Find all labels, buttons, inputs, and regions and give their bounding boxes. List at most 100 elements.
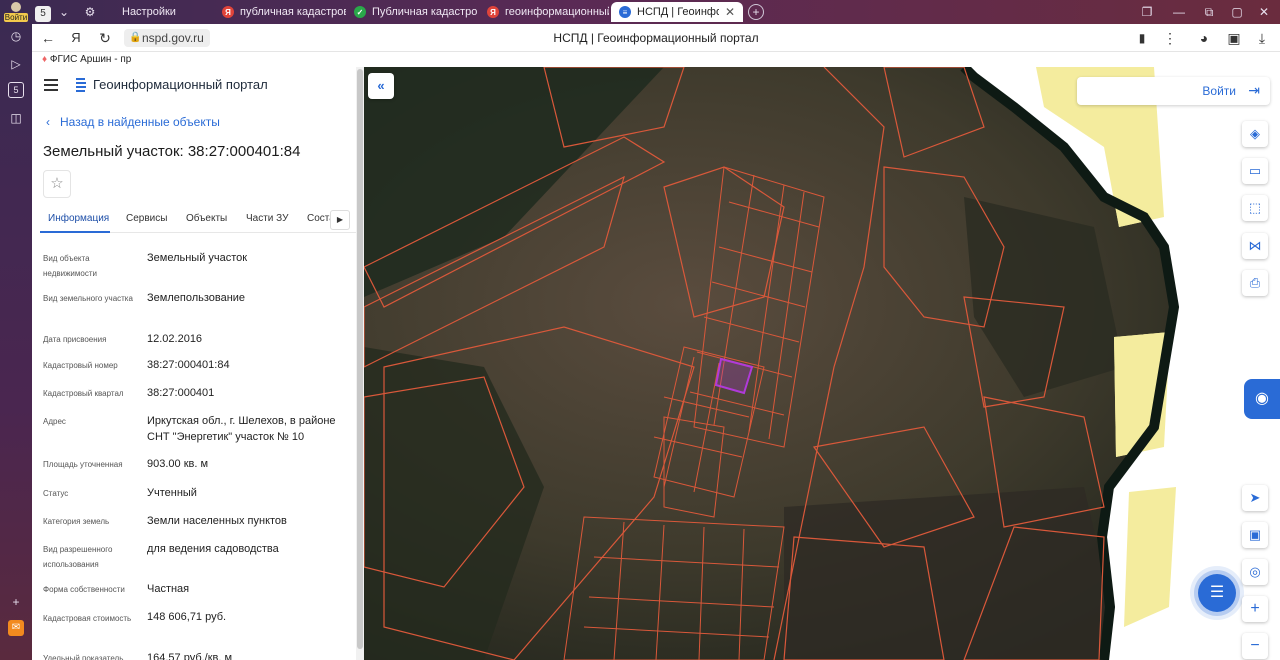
tab-label: публичная кадастровая к: [240, 6, 346, 18]
tab-label: геоинформационный пор: [505, 6, 609, 18]
bookmark-icon[interactable]: ▮: [1132, 28, 1152, 48]
login-button[interactable]: Войти ⇥: [1077, 77, 1270, 105]
field-value: 12.02.2016: [147, 333, 203, 345]
bookmarks-bar: ♦ ФГИС Аршин - пр: [32, 52, 1280, 67]
ruler-icon[interactable]: ▭: [1242, 158, 1268, 184]
geo-icon[interactable]: ◎: [1242, 559, 1268, 585]
history-icon[interactable]: ◷: [8, 28, 24, 44]
tab-cadastral-search[interactable]: Я публичная кадастровая к: [214, 2, 346, 22]
locate-icon[interactable]: ➤: [1242, 485, 1268, 511]
add-icon[interactable]: +: [8, 594, 24, 610]
url-field[interactable]: 🔒 nspd.gov.ru: [124, 29, 210, 47]
star-icon[interactable]: ☆: [43, 170, 71, 198]
tab-public-cadastral[interactable]: ✓ Публичная кадастровая к: [346, 2, 478, 22]
field-value: 903.00 кв. м: [147, 458, 209, 470]
minimize-icon[interactable]: —: [1170, 0, 1188, 24]
bookmarks-icon[interactable]: ❐: [1138, 0, 1156, 24]
zone-area: [1124, 487, 1176, 627]
mail-icon[interactable]: ✉: [8, 620, 24, 636]
maximize-icon[interactable]: ▢: [1228, 0, 1246, 24]
tab-parts[interactable]: Части ЗУ: [246, 213, 288, 224]
active-tab-indicator: [40, 231, 110, 233]
map-view[interactable]: « Войти ⇥ ◈ ▭ ⬚ ⋈ ⎙ ◉ ➤ ▣ ◎ ☰ + −: [364, 67, 1280, 660]
new-tab-button[interactable]: +: [748, 4, 764, 20]
portal-name: Геоинформационный портал: [93, 77, 268, 92]
field-label: Статус: [43, 489, 69, 498]
five-icon[interactable]: 5: [8, 82, 24, 98]
tab-information[interactable]: Информация: [48, 213, 109, 224]
layers-icon[interactable]: ◈: [1242, 121, 1268, 147]
field-value: 38:27:000401: [147, 387, 215, 399]
collections-icon[interactable]: ▣: [1224, 28, 1244, 48]
lock-icon: 🔒: [129, 32, 142, 43]
field-value: 164,57 руб./кв. м: [147, 652, 233, 660]
close-window-icon[interactable]: ✕: [1255, 0, 1273, 24]
reload-icon[interactable]: ↻: [95, 28, 115, 48]
info-tabs: Информация Сервисы Объекты Части ЗУ Сост…: [40, 207, 356, 233]
page-title: НСПД | Геоинформационный портал: [553, 31, 759, 45]
nspd-icon: ≡: [619, 6, 631, 18]
screen-icon[interactable]: ▣: [1242, 522, 1268, 548]
camera-icon[interactable]: ◫: [8, 110, 24, 126]
tab-label: Настройки: [122, 6, 176, 18]
field-label: Кадастровый квартал: [43, 389, 124, 398]
field-value: Частная: [147, 583, 190, 595]
yandex-home-icon[interactable]: Я: [66, 28, 86, 48]
chevron-right-icon[interactable]: ▶: [330, 210, 350, 230]
chevron-down-icon[interactable]: ⌄: [56, 0, 72, 24]
assistant-icon[interactable]: ◉: [1244, 379, 1280, 419]
select-area-icon[interactable]: ⬚: [1242, 195, 1268, 221]
field-value: 38:27:000401:84: [147, 359, 230, 371]
field-label: Вид объекта недвижимости: [43, 254, 97, 278]
back-arrow-icon[interactable]: ←: [38, 28, 58, 48]
check-icon: ✓: [354, 6, 366, 18]
address-bar: ← Я ↻ 🔒 nspd.gov.ru НСПД | Геоинформацио…: [32, 24, 1280, 52]
bookmark-item[interactable]: ♦ ФГИС Аршин - пр: [42, 52, 131, 67]
back-label: Назад в найденные объекты: [60, 115, 220, 129]
field-value: Землепользование: [147, 292, 246, 304]
user-icon: [11, 2, 21, 12]
restore-icon[interactable]: ⧉: [1200, 0, 1218, 24]
tab-services[interactable]: Сервисы: [126, 213, 167, 224]
field-label: Категория земель: [43, 517, 110, 526]
tab-nspd[interactable]: ≡ НСПД | Геоинформацион ✕: [611, 2, 743, 22]
close-icon[interactable]: ✕: [725, 5, 735, 19]
field-value: Земельный участок: [147, 252, 248, 264]
tab-objects[interactable]: Объекты: [186, 213, 227, 224]
menu-icon[interactable]: [44, 79, 58, 91]
field-label: Дата присвоения: [43, 335, 107, 344]
zoom-in-icon[interactable]: +: [1242, 596, 1268, 622]
collapse-panel-button[interactable]: «: [368, 73, 394, 99]
tab-label: НСПД | Геоинформацион: [637, 6, 719, 18]
print-icon[interactable]: ⎙: [1242, 270, 1268, 296]
url-text: nspd.gov.ru: [142, 31, 204, 45]
field-label: Удельный показатель: [43, 654, 124, 660]
field-label: Адрес: [43, 417, 66, 426]
satellite-map[interactable]: [364, 67, 1280, 660]
scrollbar-thumb[interactable]: [357, 69, 363, 649]
download-icon[interactable]: ⤓: [1252, 28, 1272, 48]
tab-composition[interactable]: Соста: [307, 213, 331, 224]
tab-label: Публичная кадастровая к: [372, 6, 478, 18]
yandex-icon: Я: [222, 6, 234, 18]
more-menu-icon[interactable]: ⋮: [1160, 28, 1180, 48]
tab-geoportal-search[interactable]: Я геоинформационный пор: [479, 2, 609, 22]
tab-count-icon[interactable]: 5: [33, 0, 53, 24]
back-to-results-link[interactable]: ‹ Назад в найденные объекты: [46, 115, 220, 129]
field-label: Кадастровый номер: [43, 361, 118, 370]
field-value: Иркутская обл., г. Шелехов, в районе СНТ…: [147, 415, 336, 443]
play-icon[interactable]: ▷: [8, 56, 24, 72]
extension-icon[interactable]: ◕: [1194, 28, 1214, 48]
profile-avatar[interactable]: Войти: [4, 0, 28, 22]
portal-logo-icon: [76, 78, 86, 92]
share-icon[interactable]: ⋈: [1242, 233, 1268, 259]
login-icon: ⇥: [1248, 82, 1260, 98]
zoom-out-icon[interactable]: −: [1242, 633, 1268, 659]
field-value: Земли населенных пунктов: [147, 515, 287, 527]
field-label: Форма собственности: [43, 585, 125, 594]
settings-gear-icon[interactable]: ⚙: [82, 0, 98, 24]
field-label: Площадь уточненная: [43, 460, 123, 469]
tab-settings[interactable]: Настройки: [114, 2, 214, 22]
chat-icon[interactable]: ☰: [1198, 574, 1236, 612]
panel-scrollbar[interactable]: [356, 67, 364, 660]
